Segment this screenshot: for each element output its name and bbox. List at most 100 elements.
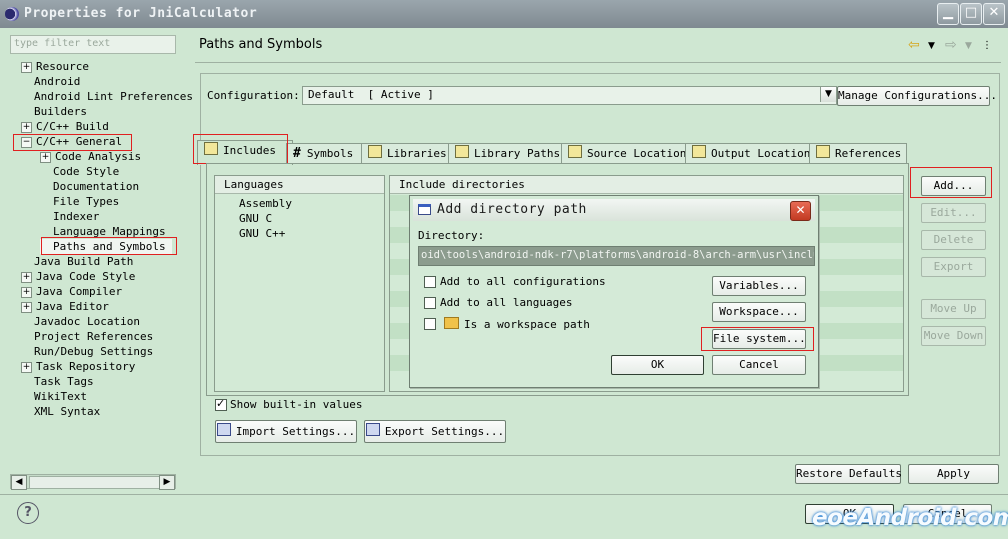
sidebar-item[interactable]: File Types [40, 194, 119, 209]
library-icon [368, 145, 382, 158]
help-icon[interactable]: ? [17, 502, 39, 524]
add-all-configurations-checkbox[interactable] [424, 276, 436, 288]
close-icon[interactable]: ✕ [983, 3, 1005, 25]
expand-icon[interactable]: + [40, 152, 51, 163]
sidebar-item[interactable]: + Task Repository [21, 359, 135, 374]
sidebar-item-label: Java Compiler [36, 285, 123, 298]
sidebar-item[interactable]: Android [21, 74, 80, 89]
workspace-path-checkbox[interactable] [424, 318, 436, 330]
source-location-icon [568, 145, 582, 158]
forward-menu-icon[interactable]: ▼ [965, 41, 972, 51]
filter-input[interactable]: type filter text [10, 35, 176, 54]
tab-references[interactable]: References [809, 143, 907, 164]
sidebar-item[interactable]: Java Build Path [21, 254, 133, 269]
delete-button[interactable]: Delete [921, 230, 986, 250]
dialog-ok-button[interactable]: OK [611, 355, 704, 375]
workspace-button[interactable]: Workspace... [712, 302, 806, 322]
scroll-right-icon[interactable]: ▶ [159, 475, 175, 490]
expand-icon[interactable]: + [21, 272, 32, 283]
scroll-left-icon[interactable]: ◀ [11, 475, 27, 490]
import-settings-button[interactable]: Import Settings... [215, 420, 357, 443]
minimize-icon[interactable]: ▁ [937, 3, 959, 25]
tab-libraries[interactable]: Libraries [361, 143, 453, 164]
sidebar-item[interactable]: + Code Analysis [40, 149, 141, 164]
sidebar-item[interactable]: Run/Debug Settings [21, 344, 153, 359]
show-builtin-label: Show built-in values [230, 398, 363, 411]
sidebar-item[interactable]: WikiText [21, 389, 87, 404]
apply-button[interactable]: Apply [908, 464, 999, 484]
directory-label: Directory: [418, 229, 485, 242]
sidebar-item-label: Android [34, 75, 81, 88]
workspace-path-row: Is a workspace path [444, 317, 590, 331]
forward-arrow-icon[interactable]: ⇨ [945, 37, 957, 53]
sidebar-item[interactable]: Task Tags [21, 374, 94, 389]
show-builtin-checkbox[interactable] [215, 397, 227, 411]
tab-label: Symbols [306, 147, 354, 160]
sidebar-item-label: Indexer [53, 210, 100, 223]
language-item[interactable]: GNU C++ [239, 227, 285, 240]
export-settings-button[interactable]: Export Settings... [364, 420, 506, 443]
variables-button[interactable]: Variables... [712, 276, 806, 296]
add-all-languages-checkbox[interactable] [424, 297, 436, 309]
move-down-button[interactable]: Move Down [921, 326, 986, 346]
language-item[interactable]: GNU C [239, 212, 272, 225]
expand-icon[interactable]: + [21, 287, 32, 298]
sidebar-item[interactable]: XML Syntax [21, 404, 100, 419]
sidebar-item[interactable]: + Java Code Style [21, 269, 135, 284]
tab-label: Source Location [587, 147, 687, 160]
configuration-combo[interactable]: Default [ Active ] ▼ [302, 86, 837, 105]
back-menu-icon[interactable]: ▼ [928, 41, 935, 51]
chevron-down-icon[interactable]: ▼ [820, 87, 836, 102]
footer-divider [0, 494, 1008, 495]
tab-symbols[interactable]: # Symbols [286, 143, 366, 164]
scroll-thumb[interactable] [29, 476, 165, 489]
view-menu-icon[interactable]: ⋮ [982, 40, 992, 51]
dialog-cancel-button[interactable]: Cancel [712, 355, 806, 375]
sidebar-item-label: Resource [36, 60, 89, 73]
sidebar-item[interactable]: + C/C++ Build [21, 119, 109, 134]
add-all-configurations-label: Add to all configurations [440, 275, 606, 288]
sidebar-item-label: Code Style [53, 165, 120, 178]
tab-output-location[interactable]: Output Location [685, 143, 814, 164]
sidebar-item[interactable]: + Resource [21, 59, 89, 74]
sidebar-item[interactable]: Documentation [40, 179, 139, 194]
tree-horizontal-scrollbar[interactable]: ◀ ▶ [10, 474, 176, 490]
dialog-title-bar: Add directory path ✕ [413, 199, 815, 221]
sidebar-item-label: Java Code Style [36, 270, 136, 283]
language-item[interactable]: Assembly [239, 197, 292, 210]
sidebar-item[interactable]: Code Style [40, 164, 119, 179]
tab-library-paths[interactable]: Library Paths [448, 143, 566, 164]
move-up-button[interactable]: Move Up [921, 299, 986, 319]
sidebar-item[interactable]: + Java Editor [21, 299, 109, 314]
sidebar-item-label: Builders [34, 105, 87, 118]
sidebar-item-label: Task Tags [34, 375, 94, 388]
sidebar-item[interactable]: Builders [21, 104, 87, 119]
sidebar-item[interactable]: + Java Compiler [21, 284, 122, 299]
maximize-icon[interactable]: □ [960, 3, 982, 25]
back-arrow-icon[interactable]: ⇦ [908, 37, 920, 53]
dialog-close-icon[interactable]: ✕ [790, 201, 811, 221]
sidebar-item-label: Java Build Path [34, 255, 134, 268]
sidebar-item[interactable]: Javadoc Location [21, 314, 140, 329]
export-button[interactable]: Export [921, 257, 986, 277]
manage-configurations-button[interactable]: Manage Configurations... [837, 86, 997, 106]
directory-input[interactable]: oid\tools\android-ndk-r7\platforms\andro… [418, 246, 815, 266]
tab-source-location[interactable]: Source Location [561, 143, 690, 164]
expand-icon[interactable]: + [21, 62, 32, 73]
languages-list[interactable]: Languages Assembly GNU C GNU C++ [214, 175, 385, 392]
sidebar-item[interactable]: Indexer [40, 209, 99, 224]
tab-label: Libraries [387, 147, 447, 160]
window-title: Properties for JniCalculator [24, 6, 258, 21]
configuration-label: Configuration: [207, 89, 300, 102]
sidebar-item[interactable]: Project References [21, 329, 153, 344]
expand-icon[interactable]: + [21, 122, 32, 133]
restore-defaults-button[interactable]: Restore Defaults [795, 464, 902, 484]
expand-icon[interactable]: + [21, 302, 32, 313]
sidebar-item-label: Code Analysis [55, 150, 142, 163]
expand-icon[interactable]: + [21, 362, 32, 373]
property-tree: + Resource Android Android Lint Preferences… [10, 59, 193, 469]
highlight-file-system-button [701, 327, 814, 351]
sidebar-item[interactable]: Android Lint Preferences [21, 89, 193, 104]
hash-icon: # [293, 146, 301, 161]
edit-button[interactable]: Edit... [921, 203, 986, 223]
